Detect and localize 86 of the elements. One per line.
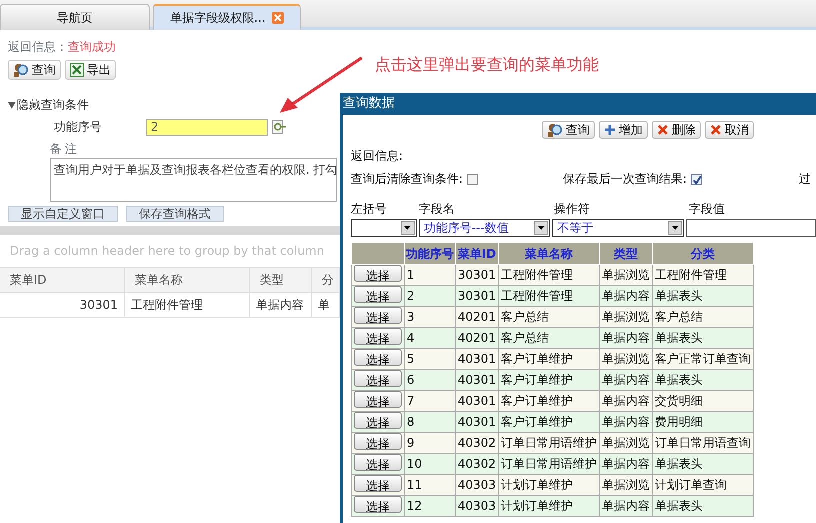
table-cell: 单据浏览 <box>600 432 653 454</box>
table-cell: 单据内容 <box>600 328 653 348</box>
table-cell: 单据表头 <box>652 454 754 474</box>
table-cell: 12 <box>404 496 456 516</box>
table-cell: 40303 <box>456 496 499 516</box>
table-cell: 40301 <box>456 412 499 432</box>
table-cell: 单据表头 <box>652 286 754 306</box>
field-label: 备注 <box>50 141 80 158</box>
table-cell: 40302 <box>456 432 499 454</box>
table-cell: 单据内容 <box>600 412 653 432</box>
column-header: 菜单名称 <box>125 268 250 293</box>
table-cell: 工程附件管理 <box>652 264 754 286</box>
return-info-label: 返回信息: <box>351 148 404 165</box>
table-cell: 10 <box>404 454 456 474</box>
table-cell: 计划订单维护 <box>498 496 600 516</box>
table-cell: 2 <box>404 286 456 306</box>
column-header: 类型 <box>600 242 653 264</box>
table-cell: 单据表头 <box>652 496 754 516</box>
table-cell: 40201 <box>456 306 499 328</box>
annotation-text: 点击这里弹出要查询的菜单功能 <box>375 54 599 76</box>
table-cell: 40302 <box>456 454 499 474</box>
table-cell: 8 <box>404 412 456 432</box>
return-info-value: 查询成功 <box>68 40 116 54</box>
table-cell: 客户订单维护 <box>498 412 600 432</box>
column-header: 分 <box>312 268 340 293</box>
field-label: 功能序号 <box>54 119 103 136</box>
table-cell: 交货明细 <box>652 390 754 412</box>
table-cell: 7 <box>404 390 456 412</box>
option-label: 过 <box>799 171 811 188</box>
table-cell: 6 <box>404 370 456 390</box>
filter-label: 左括号 <box>351 201 388 218</box>
table-cell: 单据浏览 <box>600 306 653 328</box>
table-cell: 单据内容 <box>600 370 653 390</box>
table-cell: 30301 <box>456 286 499 306</box>
table-cell: 客户总结 <box>498 328 600 348</box>
table-cell: 客户订单维护 <box>498 390 600 412</box>
option-label: 查询后清除查询条件: <box>351 171 464 188</box>
table-cell: 40301 <box>456 348 499 370</box>
table-cell: 单据浏览 <box>600 474 653 496</box>
column-header: 菜单ID <box>0 268 125 293</box>
table-cell: 4 <box>404 328 456 348</box>
filter-label: 操作符 <box>554 201 591 218</box>
table-cell: 单据浏览 <box>600 348 653 370</box>
table-cell: 30301 <box>0 293 125 318</box>
option-label: 保存最后一次查询结果: <box>563 171 688 188</box>
dialog-title: 查询数据 <box>340 93 816 115</box>
table-cell: 客户总结 <box>652 306 754 328</box>
column-header: 分类 <box>652 242 754 264</box>
table-cell: 40303 <box>456 474 499 496</box>
table-cell: 单据内容 <box>600 390 653 412</box>
table-cell: 1 <box>404 264 456 286</box>
table-cell: 订单日常用语维护 <box>498 432 600 454</box>
table-cell: 5 <box>404 348 456 370</box>
table-cell: 客户订单维护 <box>498 370 600 390</box>
table-cell: 计划订单维护 <box>498 474 600 496</box>
table-cell: 工程附件管理 <box>125 293 250 318</box>
table-cell: 订单日常用语查询 <box>652 432 754 454</box>
table-cell: 工程附件管理 <box>498 264 600 286</box>
table-cell: 单据表头 <box>652 370 754 390</box>
table-cell: 40301 <box>456 390 499 412</box>
table-cell: 11 <box>404 474 456 496</box>
table-cell: 工程附件管理 <box>498 286 600 306</box>
table-cell: 单据内容 <box>600 496 653 516</box>
filter-label: 字段值 <box>689 201 726 218</box>
table-cell: 客户总结 <box>498 306 600 328</box>
filter-label: 字段名 <box>419 201 456 218</box>
column-header: 菜单名称 <box>498 242 600 264</box>
table-cell: 客户订单维护 <box>498 348 600 370</box>
table-cell: 40301 <box>456 370 499 390</box>
table-cell: 30301 <box>456 264 499 286</box>
column-header: 菜单ID <box>456 242 499 264</box>
table-cell: 计划订单查询 <box>652 474 754 496</box>
table-cell: 3 <box>404 306 456 328</box>
table-cell: 订单日常用语维护 <box>498 454 600 474</box>
table-cell: 单据内容 <box>250 293 312 318</box>
table-cell: 单据表头 <box>652 328 754 348</box>
table-cell: 单据内容 <box>600 454 653 474</box>
column-header: 类型 <box>250 268 312 293</box>
table-cell: 单据浏览 <box>600 264 653 286</box>
return-info-label: 返回信息： <box>8 40 68 54</box>
table-cell: 费用明细 <box>652 412 754 432</box>
table-cell: 客户正常订单查询 <box>652 348 754 370</box>
column-header: 功能序号 <box>404 242 456 264</box>
table-cell: 单据内容 <box>600 286 653 306</box>
table-cell: 40201 <box>456 328 499 348</box>
table-cell: 9 <box>404 432 456 454</box>
